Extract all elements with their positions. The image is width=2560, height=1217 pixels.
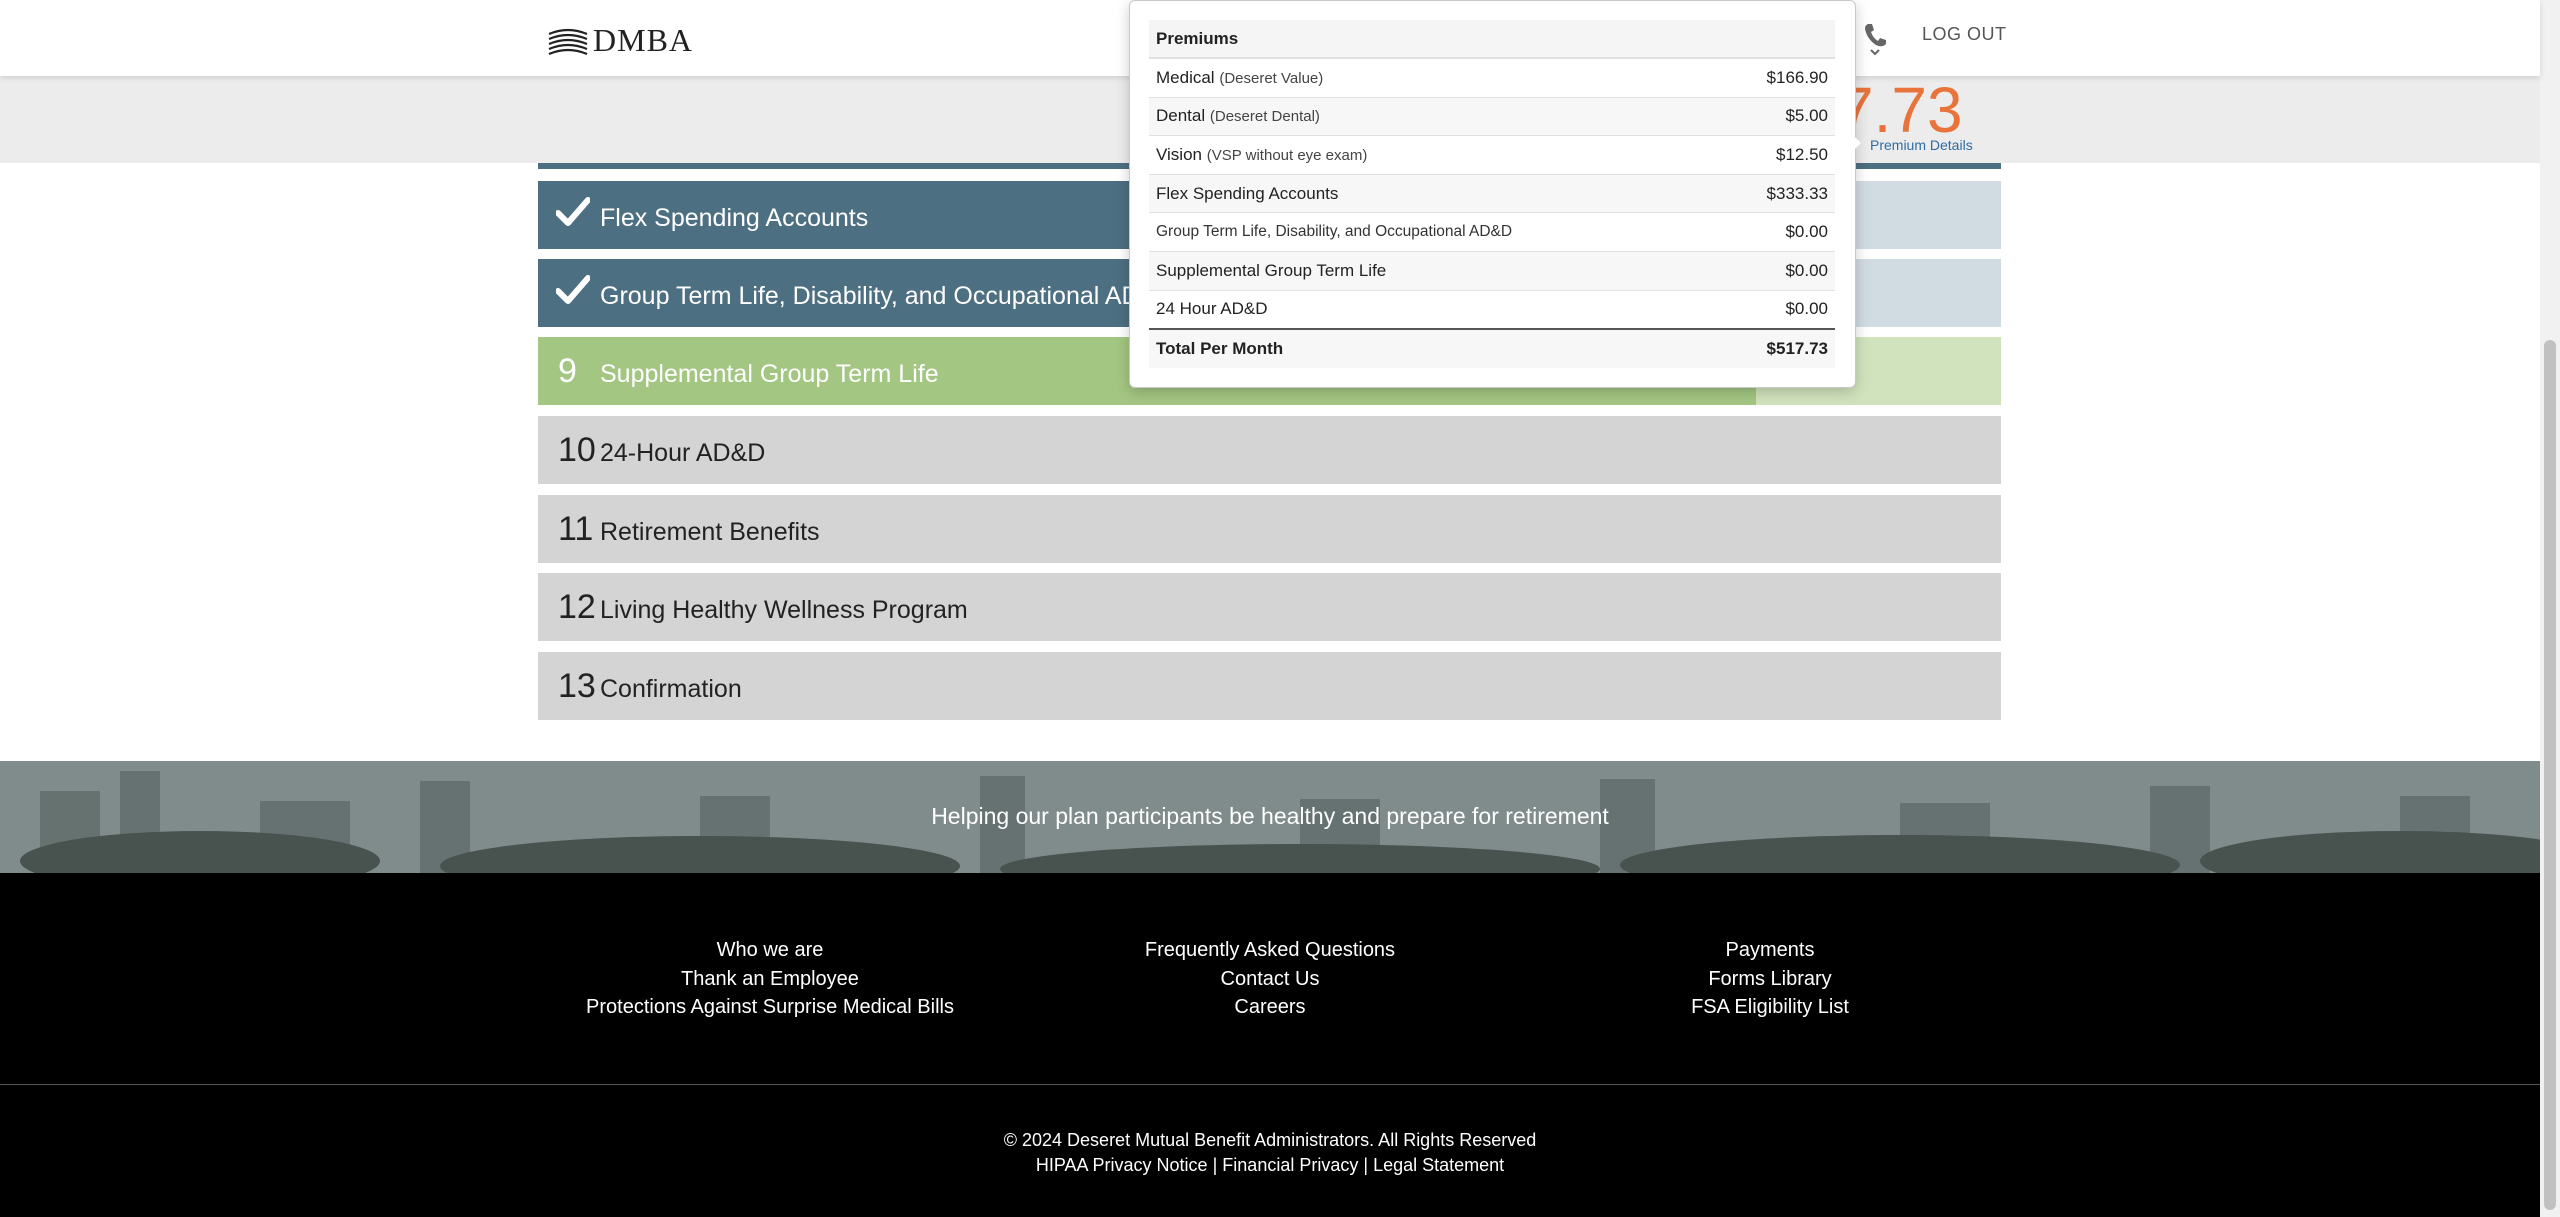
scrollbar-thumb[interactable] bbox=[2544, 340, 2556, 1210]
premium-amount: $5.00 bbox=[1718, 96, 1835, 136]
legal-statement-link[interactable]: Legal Statement bbox=[1373, 1155, 1504, 1175]
premium-details-link[interactable]: Premium Details bbox=[1870, 137, 1973, 153]
popover-arrow bbox=[1850, 132, 1861, 154]
financial-privacy-link[interactable]: Financial Privacy bbox=[1222, 1155, 1358, 1175]
premium-name: Group Term Life, Disability, and Occupat… bbox=[1156, 223, 1513, 241]
step-retirement-benefits: 11 Retirement Benefits bbox=[538, 495, 2001, 563]
step-number: 13 bbox=[558, 667, 596, 705]
footer-column-3: Payments Forms Library FSA Eligibility L… bbox=[1570, 936, 1970, 1022]
footer-link-who-we-are[interactable]: Who we are bbox=[570, 936, 970, 965]
premium-amount: $0.00 bbox=[1718, 250, 1835, 291]
premium-plan: (Deseret Dental) bbox=[1209, 108, 1320, 126]
legal-separator: | bbox=[1212, 1155, 1218, 1175]
step-24-hour-ad-d: 10 24-Hour AD&D bbox=[538, 416, 2001, 484]
premium-amount: $12.50 bbox=[1718, 135, 1835, 175]
total-amount: $517.73 bbox=[1718, 328, 1835, 368]
step-number: 10 bbox=[558, 431, 596, 469]
step-label: Supplemental Group Term Life bbox=[600, 360, 939, 388]
site-footer: Who we are Thank an Employee Protections… bbox=[0, 873, 2540, 1217]
premium-plan: (Deseret Value) bbox=[1219, 69, 1324, 87]
tagline-text: Helping our plan participants be healthy… bbox=[931, 803, 1609, 829]
premium-total-row: Total Per Month $517.73 bbox=[1149, 328, 1835, 368]
footer-link-surprise-bills[interactable]: Protections Against Surprise Medical Bil… bbox=[570, 993, 970, 1022]
step-label: Confirmation bbox=[600, 675, 742, 703]
premium-amount: $0.00 bbox=[1718, 212, 1835, 252]
premium-name: Vision bbox=[1156, 144, 1202, 164]
page-scrollbar[interactable] bbox=[2540, 0, 2560, 1217]
step-label: Group Term Life, Disability, and Occupat… bbox=[600, 282, 1175, 310]
checkmark-icon bbox=[556, 275, 590, 304]
premium-name: Supplemental Group Term Life bbox=[1156, 260, 1387, 280]
tagline-banner: Helping our plan participants be healthy… bbox=[0, 761, 2540, 873]
dmba-logo[interactable]: DMBA bbox=[547, 22, 693, 59]
legal-separator: | bbox=[1363, 1155, 1369, 1175]
premium-row-medical: Medical (Deseret Value) $166.90 bbox=[1149, 57, 1835, 98]
footer-column-2: Frequently Asked Questions Contact Us Ca… bbox=[1070, 936, 1470, 1022]
premium-row-supplemental-life: Supplemental Group Term Life $0.00 bbox=[1149, 250, 1835, 291]
step-number: 12 bbox=[558, 588, 596, 626]
footer-link-contact[interactable]: Contact Us bbox=[1070, 965, 1470, 994]
footer-link-faq[interactable]: Frequently Asked Questions bbox=[1070, 936, 1470, 965]
premium-row-vision: Vision (VSP without eye exam) $12.50 bbox=[1149, 135, 1835, 175]
premium-name: Dental bbox=[1156, 106, 1206, 126]
hipaa-privacy-link[interactable]: HIPAA Privacy Notice bbox=[1036, 1155, 1208, 1175]
step-label: 24-Hour AD&D bbox=[600, 439, 766, 467]
premium-amount: $333.33 bbox=[1718, 173, 1835, 213]
premium-row-fsa: Flex Spending Accounts $333.33 bbox=[1149, 173, 1835, 213]
footer-divider bbox=[0, 1084, 2540, 1085]
premium-amount: $166.90 bbox=[1718, 57, 1835, 98]
premium-row-ad-d: 24 Hour AD&D $0.00 bbox=[1149, 289, 1835, 330]
premium-plan: (VSP without eye exam) bbox=[1206, 146, 1368, 164]
footer-link-careers[interactable]: Careers bbox=[1070, 993, 1470, 1022]
footer-link-fsa-eligibility[interactable]: FSA Eligibility List bbox=[1570, 993, 1970, 1022]
total-label: Total Per Month bbox=[1149, 328, 1719, 368]
premium-name: Flex Spending Accounts bbox=[1156, 183, 1339, 203]
phone-icon[interactable] bbox=[1862, 20, 1888, 56]
premiums-header: Premiums bbox=[1149, 20, 1835, 59]
premiums-table: Premiums Medical (Deseret Value) $166.90… bbox=[1149, 20, 1835, 368]
footer-link-forms-library[interactable]: Forms Library bbox=[1570, 965, 1970, 994]
premium-name: 24 Hour AD&D bbox=[1156, 299, 1268, 319]
premiums-popover: Premiums Medical (Deseret Value) $166.90… bbox=[1129, 0, 1856, 388]
premium-row-group-term-life: Group Term Life, Disability, and Occupat… bbox=[1149, 212, 1835, 252]
step-number: 9 bbox=[558, 352, 577, 390]
premium-name: Medical bbox=[1156, 67, 1215, 87]
copyright-text: © 2024 Deseret Mutual Benefit Administra… bbox=[1003, 1130, 1537, 1150]
footer-link-thank-employee[interactable]: Thank an Employee bbox=[570, 965, 970, 994]
footer-column-1: Who we are Thank an Employee Protections… bbox=[570, 936, 970, 1022]
step-confirmation: 13 Confirmation bbox=[538, 652, 2001, 720]
step-label: Living Healthy Wellness Program bbox=[600, 596, 968, 624]
step-living-healthy: 12 Living Healthy Wellness Program bbox=[538, 573, 2001, 641]
footer-link-payments[interactable]: Payments bbox=[1570, 936, 1970, 965]
dmba-logo-icon bbox=[548, 28, 588, 55]
premium-row-dental: Dental (Deseret Dental) $5.00 bbox=[1149, 96, 1835, 136]
legal-links: HIPAA Privacy Notice | Financial Privacy… bbox=[0, 1155, 2540, 1176]
step-label: Retirement Benefits bbox=[600, 518, 820, 546]
logo-text: DMBA bbox=[593, 22, 694, 58]
step-label: Flex Spending Accounts bbox=[600, 204, 869, 232]
logout-link[interactable]: LOG OUT bbox=[1922, 24, 2007, 45]
step-number: 11 bbox=[558, 510, 594, 548]
premium-amount: $0.00 bbox=[1718, 289, 1835, 330]
checkmark-icon bbox=[556, 197, 590, 226]
